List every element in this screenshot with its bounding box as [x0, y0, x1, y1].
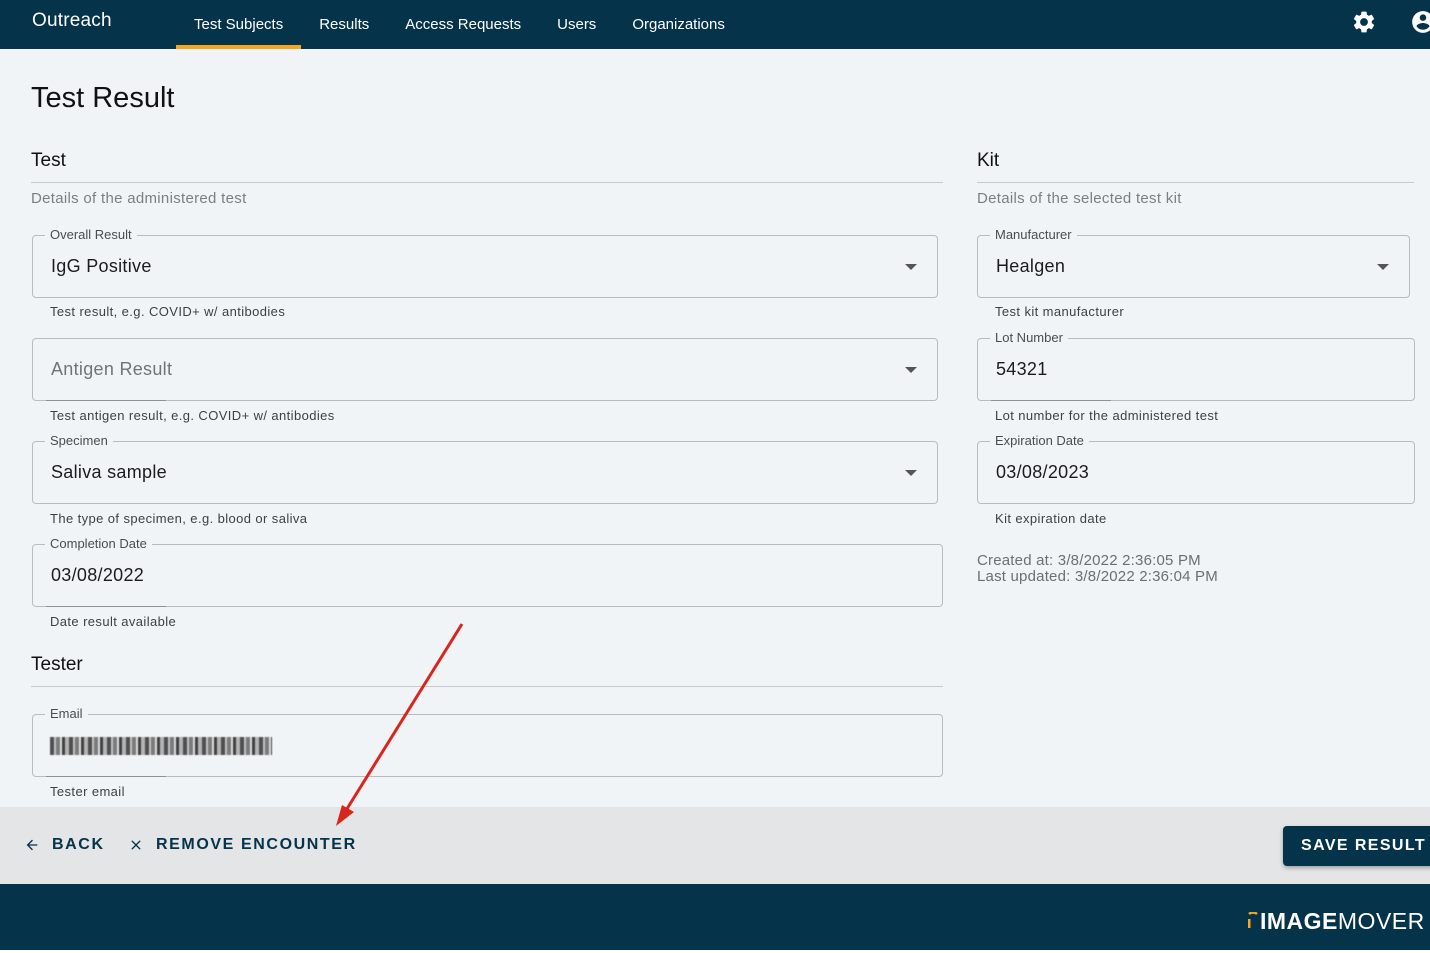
manufacturer-label: Manufacturer	[990, 227, 1077, 243]
nav-tab-users[interactable]: Users	[539, 0, 614, 49]
field-underline	[46, 400, 166, 401]
manufacturer-value: Healgen	[996, 256, 1066, 276]
overall-result-select[interactable]: Overall Result IgG Positive	[32, 227, 938, 298]
dropdown-caret-icon[interactable]	[1377, 264, 1389, 270]
logo-text-mover: MOVER	[1337, 907, 1425, 934]
back-button-label: BACK	[52, 836, 105, 853]
logo-mark-icon	[1248, 912, 1258, 928]
expiration-date-value: 03/08/2023	[996, 462, 1090, 482]
field-underline	[991, 400, 1111, 401]
action-bar: BACK REMOVE ENCOUNTER SAVE RESULT	[0, 807, 1430, 884]
back-button[interactable]: BACK	[24, 836, 105, 854]
antigen-result-select[interactable]: Antigen Result	[32, 338, 938, 401]
close-icon	[131, 840, 141, 850]
tester-section-title: Tester	[31, 654, 83, 675]
antigen-result-placeholder: Antigen Result	[51, 359, 173, 379]
main-nav: Test Subjects Results Access Requests Us…	[176, 0, 743, 49]
imagemover-logo: IMAGE MOVER	[1246, 906, 1425, 936]
account-icon[interactable]	[1410, 9, 1430, 35]
remove-encounter-label: REMOVE ENCOUNTER	[156, 836, 357, 853]
gear-icon[interactable]	[1351, 9, 1377, 35]
test-section-divider	[31, 182, 943, 183]
antigen-result-helper: Test antigen result, e.g. COVID+ w/ anti…	[50, 408, 335, 423]
nav-tab-results[interactable]: Results	[301, 0, 387, 49]
expiration-date-label: Expiration Date	[990, 433, 1089, 449]
app-brand[interactable]: Outreach	[32, 10, 112, 32]
top-app-bar: Outreach Test Subjects Results Access Re…	[0, 0, 1430, 49]
save-result-button[interactable]: SAVE RESULT	[1283, 826, 1430, 866]
completion-date-label: Completion Date	[45, 536, 152, 552]
footer: IMAGE MOVER	[0, 884, 1430, 950]
remove-encounter-button[interactable]: REMOVE ENCOUNTER	[128, 836, 357, 854]
field-underline	[46, 776, 166, 777]
completion-date-helper: Date result available	[50, 614, 177, 629]
kit-section-title: Kit	[977, 150, 1000, 171]
overall-result-helper: Test result, e.g. COVID+ w/ antibodies	[50, 304, 286, 319]
lot-number-helper: Lot number for the administered test	[995, 408, 1219, 423]
expiration-date-field[interactable]: Expiration Date 03/08/2023	[977, 433, 1415, 504]
tester-email-field[interactable]: Email	[32, 706, 943, 777]
nav-tab-test-subjects[interactable]: Test Subjects	[176, 0, 302, 49]
expiration-date-helper: Kit expiration date	[995, 511, 1107, 526]
test-section-title: Test	[31, 150, 66, 171]
tester-email-helper: Tester email	[50, 784, 125, 799]
dropdown-caret-icon[interactable]	[905, 470, 917, 476]
lot-number-label: Lot Number	[990, 330, 1068, 346]
created-at-text: Created at: 3/8/2022 2:36:05 PM	[977, 552, 1201, 569]
specimen-select[interactable]: Specimen Saliva sample	[32, 433, 938, 504]
overall-result-label: Overall Result	[45, 227, 137, 243]
manufacturer-helper: Test kit manufacturer	[995, 304, 1125, 319]
dropdown-caret-icon[interactable]	[905, 264, 917, 270]
last-updated-text: Last updated: 3/8/2022 2:36:04 PM	[977, 568, 1218, 585]
field-underline	[46, 606, 166, 607]
lot-number-field[interactable]: Lot Number 54321	[977, 330, 1415, 401]
manufacturer-select[interactable]: Manufacturer Healgen	[977, 227, 1410, 298]
kit-section-description: Details of the selected test kit	[977, 190, 1182, 207]
specimen-helper: The type of specimen, e.g. blood or sali…	[50, 511, 308, 526]
overall-result-value: IgG Positive	[51, 256, 152, 276]
nav-tab-access-requests[interactable]: Access Requests	[387, 0, 539, 49]
page-title: Test Result	[31, 82, 175, 114]
completion-date-value: 03/08/2022	[51, 565, 145, 585]
kit-section-divider	[977, 182, 1414, 183]
arrow-left-icon	[26, 839, 38, 851]
logo-text-image: IMAGE	[1260, 907, 1338, 934]
tester-section-divider	[31, 686, 943, 687]
nav-tab-organizations[interactable]: Organizations	[614, 0, 743, 49]
dropdown-caret-icon[interactable]	[905, 367, 917, 373]
test-section-description: Details of the administered test	[31, 190, 247, 207]
specimen-label: Specimen	[45, 433, 113, 449]
lot-number-value: 54321	[996, 359, 1048, 379]
completion-date-field[interactable]: Completion Date 03/08/2022	[32, 536, 943, 607]
tester-email-label: Email	[45, 706, 88, 722]
specimen-value: Saliva sample	[51, 462, 167, 482]
redacted-email-value	[50, 737, 272, 755]
